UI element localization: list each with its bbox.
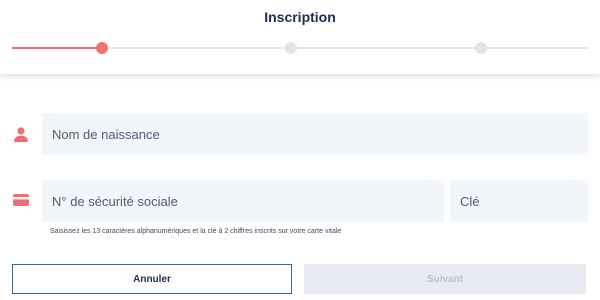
progress-track-fill — [12, 47, 102, 49]
card-icon — [12, 191, 30, 209]
person-icon — [12, 126, 30, 144]
help-text: Saisissez les 13 caractères alphanumériq… — [50, 228, 342, 235]
key-input[interactable] — [450, 180, 588, 222]
page-title: Inscription — [264, 9, 336, 25]
cancel-button[interactable]: Annuler — [12, 264, 292, 294]
progress-stepper — [12, 42, 588, 54]
step-indicator-1 — [96, 42, 108, 54]
social-security-number-input[interactable] — [42, 180, 444, 222]
birth-name-input[interactable] — [42, 113, 588, 155]
header: Inscription — [0, 0, 600, 74]
next-button[interactable]: Suivant — [304, 264, 586, 294]
registration-page: Inscription Saisissez les 13 caractères … — [0, 0, 600, 300]
step-indicator-2 — [285, 42, 297, 54]
step-indicator-3 — [475, 42, 487, 54]
